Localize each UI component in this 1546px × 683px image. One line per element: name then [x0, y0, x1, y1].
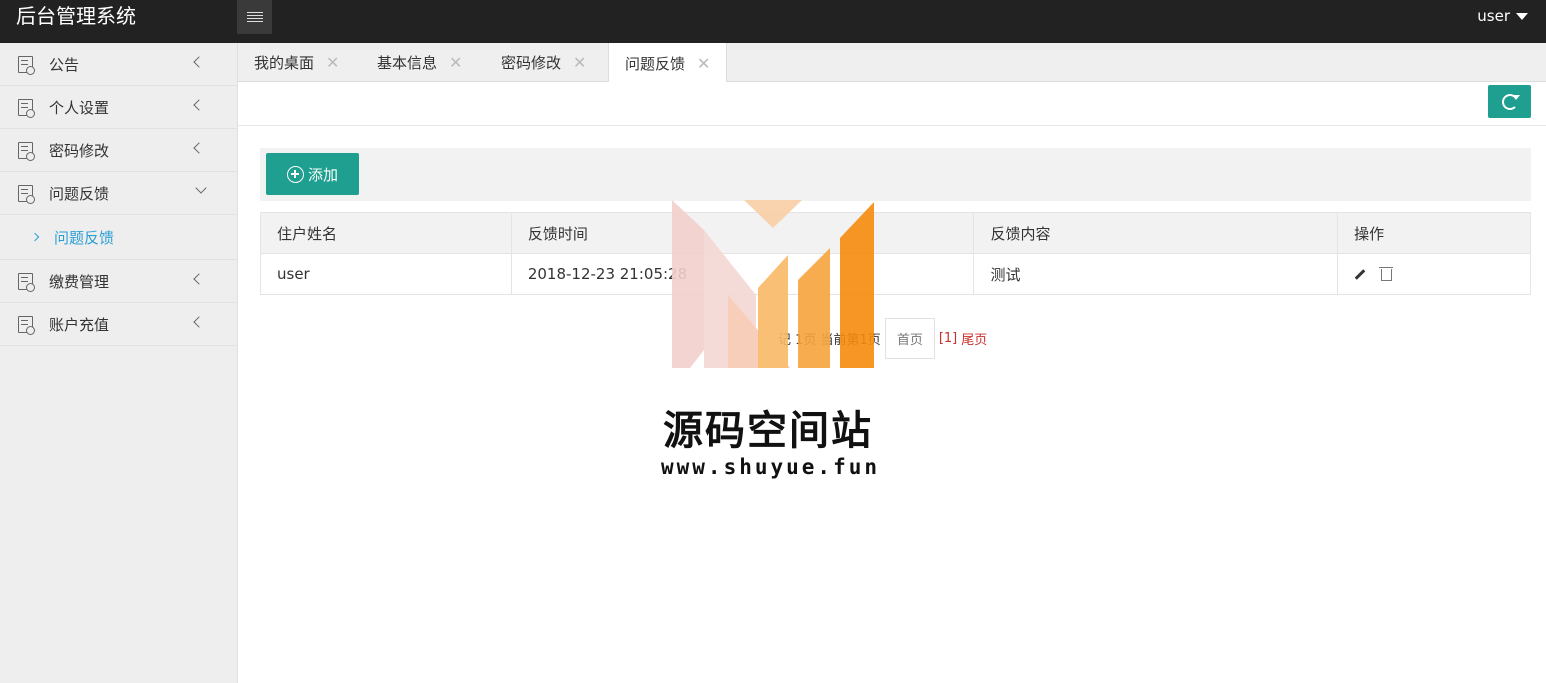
- document-icon: [18, 141, 35, 161]
- tab-label: 密码修改: [501, 54, 562, 72]
- sidebar-item-announcement[interactable]: 公告: [0, 43, 237, 86]
- column-header: 反馈内容: [973, 212, 1339, 254]
- document-icon: [18, 98, 35, 118]
- sidebar-subitem-label: 问题反馈: [54, 228, 115, 247]
- sidebar-subitem-feedback[interactable]: 问题反馈: [0, 215, 237, 260]
- sidebar-item-label: 密码修改: [49, 141, 110, 160]
- close-icon[interactable]: ✕: [449, 53, 462, 72]
- top-header: 后台管理系统 user: [0, 0, 1546, 43]
- caret-down-icon: [1516, 12, 1528, 20]
- tab-password[interactable]: 密码修改 ✕: [485, 43, 602, 82]
- sidebar-item-personal-settings[interactable]: 个人设置: [0, 86, 237, 129]
- tab-label: 问题反馈: [625, 54, 686, 73]
- close-icon[interactable]: ✕: [573, 53, 586, 72]
- edit-icon[interactable]: [1354, 269, 1366, 280]
- cell-content: 测试: [973, 253, 1339, 295]
- user-menu[interactable]: user: [1477, 7, 1528, 25]
- column-header: 操作: [1337, 212, 1531, 254]
- watermark-title: 源码空间站: [663, 408, 873, 454]
- close-icon[interactable]: ✕: [326, 53, 339, 72]
- toolbar: 添加: [260, 148, 1531, 201]
- table-row: user 2018-12-23 21:05:28 测试: [260, 253, 1531, 295]
- sidebar: 公告 个人设置 密码修改 问题反馈 问题反馈 缴费管理 账户充值: [0, 43, 238, 683]
- chevron-right-icon: [30, 232, 40, 242]
- add-button[interactable]: 添加: [266, 153, 359, 195]
- chevron-left-icon: [193, 56, 205, 68]
- sidebar-item-label: 个人设置: [49, 98, 110, 117]
- feedback-table: 住户姓名 反馈时间 反馈内容 操作 user 2018-12-23 21:05:…: [260, 212, 1531, 295]
- chevron-left-icon: [193, 99, 205, 111]
- close-icon[interactable]: ✕: [697, 54, 710, 73]
- chevron-down-icon: [195, 182, 207, 194]
- chevron-left-icon: [193, 142, 205, 154]
- sidebar-item-label: 公告: [49, 55, 80, 74]
- refresh-button[interactable]: [1488, 85, 1531, 118]
- sidebar-item-label: 账户充值: [49, 315, 110, 334]
- plus-circle-icon: [286, 165, 304, 183]
- add-button-label: 添加: [307, 165, 338, 184]
- chevron-left-icon: [193, 273, 205, 285]
- tab-desktop[interactable]: 我的桌面 ✕: [238, 43, 355, 82]
- sidebar-item-label: 缴费管理: [49, 272, 110, 291]
- refresh-icon: [1501, 93, 1520, 110]
- menu-toggle-button[interactable]: [237, 0, 272, 34]
- trash-icon[interactable]: [1378, 266, 1393, 281]
- tab-label: 基本信息: [377, 54, 438, 72]
- watermark-logo: [672, 200, 874, 368]
- chevron-left-icon: [193, 316, 205, 328]
- tab-feedback[interactable]: 问题反馈 ✕: [608, 43, 728, 83]
- document-icon: [18, 55, 35, 75]
- sidebar-item-password[interactable]: 密码修改: [0, 129, 237, 172]
- last-page-link[interactable]: 尾页: [961, 329, 987, 348]
- tab-basic-info[interactable]: 基本信息 ✕: [361, 43, 478, 82]
- sidebar-item-recharge[interactable]: 账户充值: [0, 303, 237, 346]
- document-icon: [18, 315, 35, 335]
- sidebar-item-feedback[interactable]: 问题反馈: [0, 172, 237, 215]
- sidebar-item-label: 问题反馈: [49, 184, 110, 203]
- cell-name: user: [260, 253, 512, 295]
- hamburger-icon: [246, 11, 263, 23]
- page-number-link[interactable]: [1]: [939, 331, 957, 346]
- tab-label: 我的桌面: [254, 54, 315, 72]
- cell-actions: [1337, 253, 1531, 295]
- refresh-bar: [238, 82, 1546, 126]
- tab-bar: 我的桌面 ✕ 基本信息 ✕ 密码修改 ✕ 问题反馈 ✕: [238, 43, 1546, 83]
- column-header: 住户姓名: [260, 212, 512, 254]
- document-icon: [18, 272, 35, 292]
- document-icon: [18, 184, 35, 204]
- table-header-row: 住户姓名 反馈时间 反馈内容 操作: [260, 212, 1531, 254]
- first-page-link[interactable]: 首页: [884, 318, 935, 359]
- app-title: 后台管理系统: [16, 4, 136, 28]
- sidebar-item-payment[interactable]: 缴费管理: [0, 260, 237, 303]
- username: user: [1477, 7, 1510, 25]
- watermark-url: www.shuyue.fun: [661, 455, 881, 479]
